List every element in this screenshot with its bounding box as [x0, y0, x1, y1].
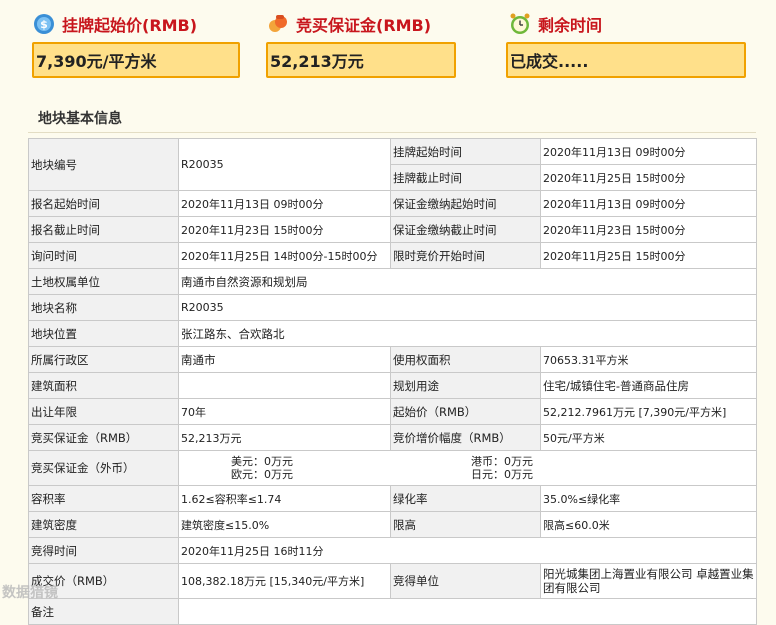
money-bag-icon	[269, 15, 287, 32]
table-cell: 35.0%≤绿化率	[540, 485, 757, 512]
table-row: 地块名称 R20035	[28, 294, 757, 321]
land-info-table: 地块编号 R20035 挂牌起始时间 2020年11月13日 09时00分 挂牌…	[28, 138, 757, 625]
table-cell: 备注	[28, 598, 179, 625]
table-cell: 保证金缴纳截止时间	[390, 216, 541, 243]
section-title: 地块基本信息	[38, 111, 122, 127]
table-cell: 容积率	[28, 485, 179, 512]
table-cell: 挂牌起始时间	[390, 138, 541, 165]
money-coin-icon: $	[34, 14, 54, 34]
table-cell: 2020年11月23日 15时00分	[178, 216, 391, 243]
table-cell: 2020年11月13日 09时00分	[540, 190, 757, 217]
table-cell: 竞价增价幅度（RMB）	[390, 424, 541, 451]
table-row: 成交价（RMB） 108,382.18万元 [15,340元/平方米] 竞得单位…	[28, 563, 757, 599]
table-row: 所属行政区 南通市 使用权面积 70653.31平方米	[28, 346, 757, 373]
table-cell: R20035	[178, 138, 391, 191]
table-cell: 1.62≤容积率≤1.74	[178, 485, 391, 512]
table-cell: 竞买保证金（RMB）	[28, 424, 179, 451]
time-left-block: 剩余时间	[508, 8, 602, 40]
table-row: 土地权属单位 南通市自然资源和规划局	[28, 268, 757, 295]
table-cell: 50元/平方米	[540, 424, 757, 451]
table-cell: 地块编号	[28, 138, 179, 191]
table-cell: 70年	[178, 398, 391, 425]
table-row: 竞得时间 2020年11月25日 16时11分	[28, 537, 757, 564]
table-row: 报名起始时间 2020年11月13日 09时00分 保证金缴纳起始时间 2020…	[28, 190, 757, 217]
table-cell: 建筑面积	[28, 372, 179, 399]
table-cell: 70653.31平方米	[540, 346, 757, 373]
table-cell: 2020年11月25日 15时00分	[540, 242, 757, 269]
table-row: 询问时间 2020年11月25日 14时00分-15时00分 限时竞价开始时间 …	[28, 242, 757, 269]
table-row: 报名截止时间 2020年11月23日 15时00分 保证金缴纳截止时间 2020…	[28, 216, 757, 243]
table-cell: 竞得单位	[390, 563, 541, 599]
table-cell: 出让年限	[28, 398, 179, 425]
deposit-block: 竞买保证金(RMB)	[266, 8, 431, 40]
table-cell: 竞得时间	[28, 537, 179, 564]
table-cell: 阳光城集团上海置业有限公司 卓越置业集团有限公司	[540, 563, 757, 599]
deposit-jpy: 日元：0万元	[471, 468, 533, 481]
table-cell: R20035	[178, 294, 757, 321]
table-row: 地块编号 R20035 挂牌起始时间 2020年11月13日 09时00分	[28, 138, 757, 191]
table-row: 出让年限 70年 起始价（RMB） 52,212.7961万元 [7,390元/…	[28, 398, 757, 425]
table-cell: 住宅/城镇住宅-普通商品住房	[540, 372, 757, 399]
watermark: 数据猎镜	[2, 585, 58, 601]
svg-text:$: $	[40, 18, 48, 31]
table-cell: 2020年11月25日 14时00分-15时00分	[178, 242, 391, 269]
deposit-value: 52,213万元	[266, 42, 456, 78]
start-price-label: 挂牌起始价(RMB)	[62, 16, 198, 35]
table-row: 建筑面积 规划用途 住宅/城镇住宅-普通商品住房	[28, 372, 757, 399]
time-left-value: 已成交.....	[506, 42, 746, 78]
table-cell: 所属行政区	[28, 346, 179, 373]
table-cell: 限高	[390, 511, 541, 538]
table-cell: 建筑密度≤15.0%	[178, 511, 391, 538]
table-cell	[178, 372, 391, 399]
table-cell: 108,382.18万元 [15,340元/平方米]	[178, 563, 391, 599]
table-cell: 绿化率	[390, 485, 541, 512]
table-cell: 挂牌截止时间	[390, 164, 541, 191]
table-cell	[178, 598, 757, 625]
table-cell: 规划用途	[390, 372, 541, 399]
start-price-value: 7,390元/平方米	[32, 42, 240, 78]
table-cell: 52,213万元	[178, 424, 391, 451]
alarm-clock-icon	[510, 13, 530, 34]
table-row: 地块位置 张江路东、合欢路北	[28, 320, 757, 347]
table-cell: 使用权面积	[390, 346, 541, 373]
deposit-eur: 欧元：0万元	[231, 468, 293, 481]
table-cell: 限高≤60.0米	[540, 511, 757, 538]
deposit-label: 竞买保证金(RMB)	[296, 16, 432, 35]
table-cell: 2020年11月23日 15时00分	[540, 216, 757, 243]
table-cell: 报名截止时间	[28, 216, 179, 243]
table-cell: 52,212.7961万元 [7,390元/平方米]	[540, 398, 757, 425]
deposit-usd: 美元：0万元	[231, 455, 293, 468]
table-cell: 2020年11月25日 16时11分	[178, 537, 757, 564]
table-cell: 土地权属单位	[28, 268, 179, 295]
table-cell: 地块位置	[28, 320, 179, 347]
table-cell: 南通市自然资源和规划局	[178, 268, 757, 295]
table-cell: 竞买保证金（外币）	[28, 450, 179, 486]
header-panel: $ 挂牌起始价(RMB) 竞买保证金(RMB) 剩余时间 7,390元/平方米 …	[0, 0, 776, 100]
table-row: 竞买保证金（RMB） 52,213万元 竞价增价幅度（RMB） 50元/平方米	[28, 424, 757, 451]
time-left-label: 剩余时间	[538, 16, 603, 35]
table-cell: 2020年11月13日 09时00分	[540, 138, 757, 165]
table-row: 容积率 1.62≤容积率≤1.74 绿化率 35.0%≤绿化率	[28, 485, 757, 512]
table-cell: 地块名称	[28, 294, 179, 321]
table-cell: 张江路东、合欢路北	[178, 320, 757, 347]
deposit-hkd: 港币：0万元	[471, 455, 533, 468]
table-row: 竞买保证金（外币） 美元：0万元 欧元：0万元 港币：0万元 日元：0万元	[28, 450, 757, 486]
table-cell: 保证金缴纳起始时间	[390, 190, 541, 217]
start-price-block: $ 挂牌起始价(RMB)	[32, 8, 197, 40]
table-cell: 询问时间	[28, 242, 179, 269]
table-cell: 2020年11月13日 09时00分	[178, 190, 391, 217]
table-row: 建筑密度 建筑密度≤15.0% 限高 限高≤60.0米	[28, 511, 757, 538]
table-cell: 2020年11月25日 15时00分	[540, 164, 757, 191]
table-cell: 报名起始时间	[28, 190, 179, 217]
table-cell: 限时竞价开始时间	[390, 242, 541, 269]
foreign-deposit-cell: 美元：0万元 欧元：0万元 港币：0万元 日元：0万元	[178, 450, 757, 486]
table-cell: 起始价（RMB）	[390, 398, 541, 425]
section-divider	[28, 132, 756, 133]
table-cell: 建筑密度	[28, 511, 179, 538]
table-cell: 南通市	[178, 346, 391, 373]
table-row: 备注	[28, 598, 757, 625]
